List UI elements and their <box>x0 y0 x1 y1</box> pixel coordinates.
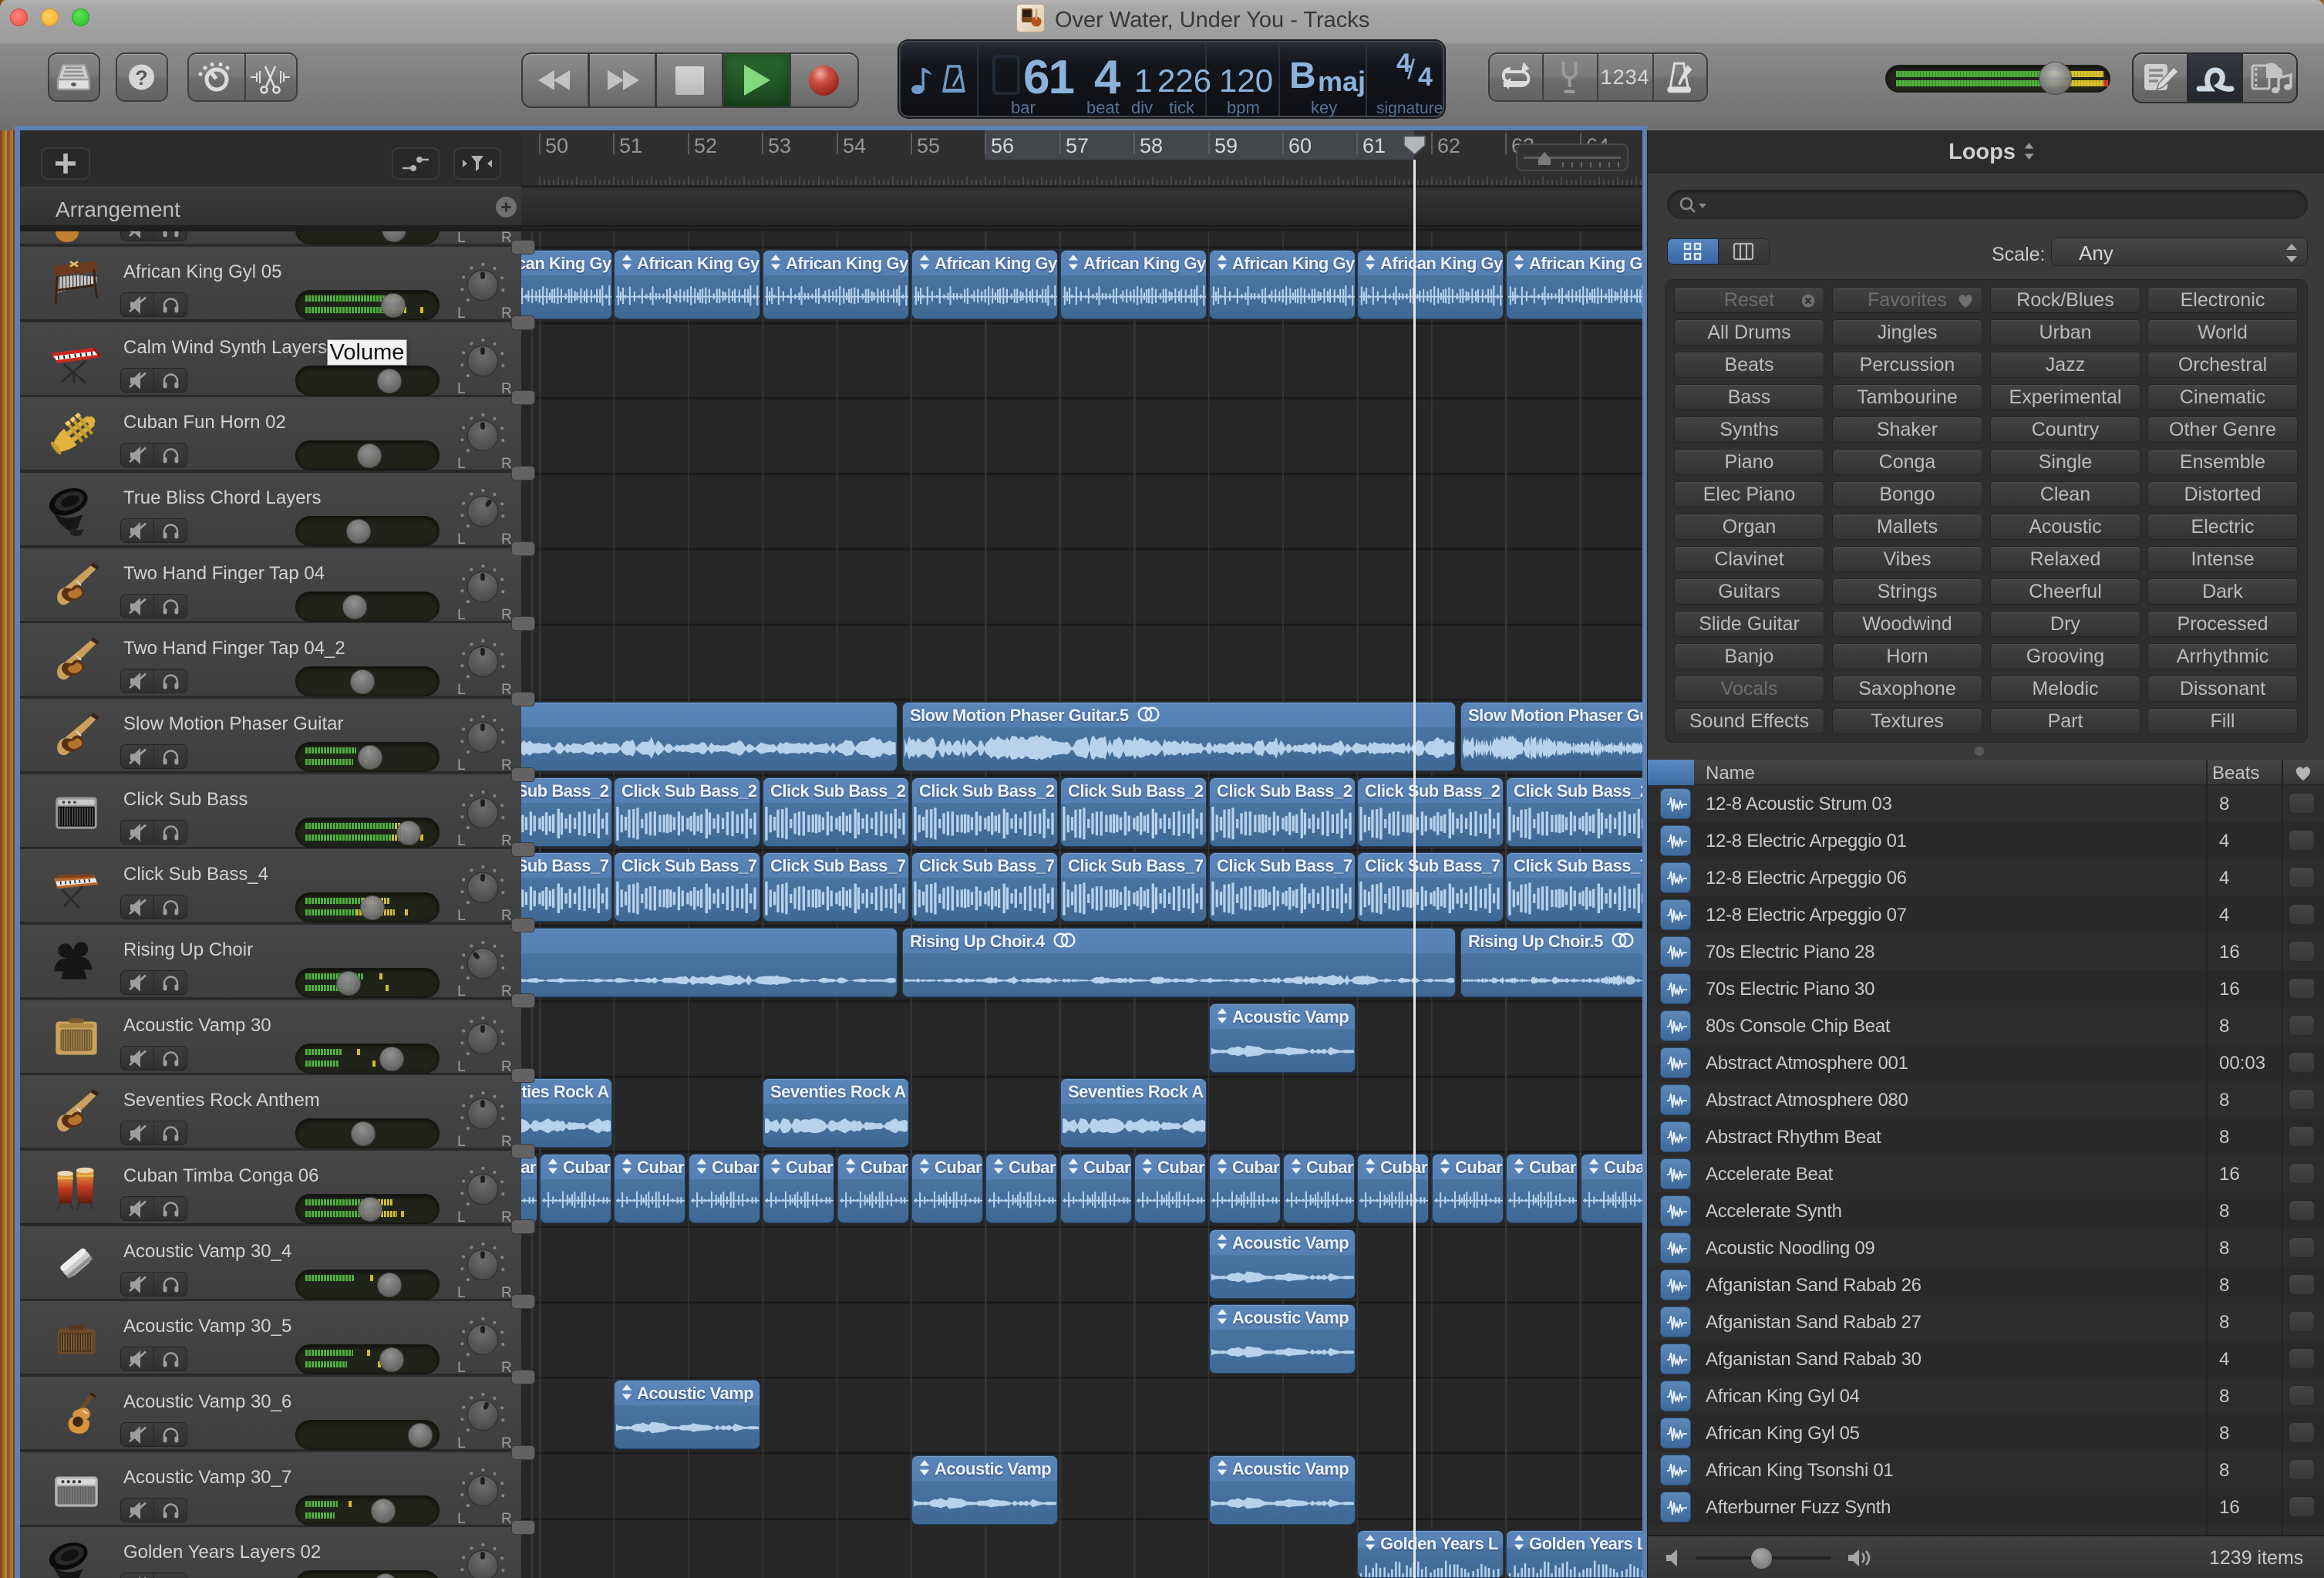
svg-text:R: R <box>501 1435 512 1449</box>
svg-text:?: ? <box>135 66 148 89</box>
svg-text:L: L <box>457 531 466 545</box>
svg-text:R: R <box>501 305 512 319</box>
svg-text:R: R <box>501 908 512 922</box>
svg-text:R: R <box>501 682 512 696</box>
svg-text:R: R <box>501 1285 512 1299</box>
svg-text:L: L <box>457 1285 466 1299</box>
svg-text:L: L <box>457 983 466 997</box>
svg-text:L: L <box>457 1059 466 1073</box>
svg-text:R: R <box>501 833 512 847</box>
svg-text:R: R <box>501 456 512 470</box>
svg-text:L: L <box>457 833 466 847</box>
svg-text:L: L <box>457 1511 466 1525</box>
svg-text:L: L <box>457 908 466 922</box>
svg-text:L: L <box>457 1360 466 1374</box>
svg-text:R: R <box>501 1511 512 1525</box>
svg-text:R: R <box>501 1209 512 1223</box>
svg-text:L: L <box>457 305 466 319</box>
svg-text:R: R <box>501 1360 512 1374</box>
svg-text:R: R <box>501 381 512 395</box>
svg-text:R: R <box>501 1059 512 1073</box>
svg-text:L: L <box>457 231 466 244</box>
svg-text:R: R <box>501 607 512 621</box>
svg-text:R: R <box>501 231 512 244</box>
svg-text:L: L <box>457 456 466 470</box>
svg-text:L: L <box>457 757 466 771</box>
svg-text:L: L <box>457 1435 466 1449</box>
svg-text:L: L <box>457 381 466 395</box>
svg-text:R: R <box>501 983 512 997</box>
svg-text:L: L <box>457 1134 466 1148</box>
svg-text:R: R <box>501 531 512 545</box>
svg-text:L: L <box>457 1209 466 1223</box>
svg-text:R: R <box>501 1134 512 1148</box>
svg-text:L: L <box>457 682 466 696</box>
svg-text:L: L <box>457 607 466 621</box>
svg-text:R: R <box>501 757 512 771</box>
